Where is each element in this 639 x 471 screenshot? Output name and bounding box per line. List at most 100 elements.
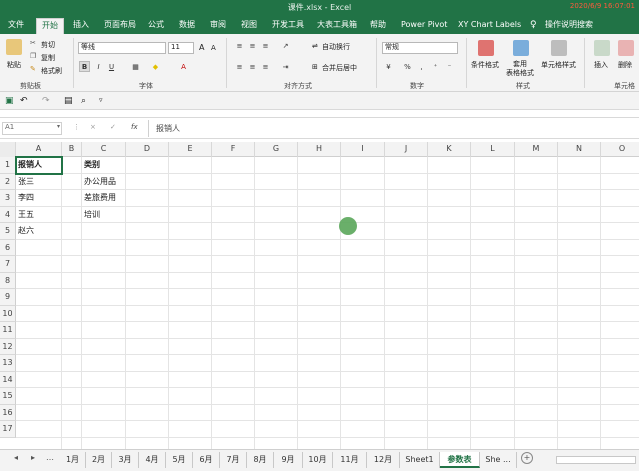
- sheet-tab[interactable]: 7月: [220, 452, 247, 468]
- tab-review[interactable]: 审阅: [210, 18, 226, 34]
- row-header-2[interactable]: 2: [0, 173, 16, 190]
- row-header-11[interactable]: 11: [0, 322, 16, 339]
- currency-icon[interactable]: ¥: [383, 61, 394, 72]
- cell-styles-icon[interactable]: [551, 40, 567, 56]
- select-all-corner[interactable]: [0, 142, 16, 157]
- font-size-select[interactable]: 11: [168, 42, 194, 54]
- sheet-tab[interactable]: 11月: [333, 452, 367, 468]
- column-header-h[interactable]: H: [298, 142, 341, 157]
- tab-view[interactable]: 视图: [241, 18, 257, 34]
- print-preview-icon[interactable]: ⌕: [81, 96, 86, 106]
- sheet-tab[interactable]: 5月: [166, 452, 193, 468]
- column-header-e[interactable]: E: [169, 142, 212, 157]
- tab-home[interactable]: 开始: [36, 18, 64, 34]
- indent-icon[interactable]: ⇥: [280, 61, 291, 72]
- column-header-k[interactable]: K: [428, 142, 471, 157]
- merge-center-button[interactable]: 合并后居中: [322, 63, 357, 73]
- paste-label[interactable]: 粘贴: [7, 60, 21, 70]
- row-header-10[interactable]: 10: [0, 305, 16, 322]
- sheet-tab[interactable]: 8月: [247, 452, 274, 468]
- row-header-7[interactable]: 7: [0, 256, 16, 273]
- tab-page-layout[interactable]: 页面布局: [104, 18, 136, 34]
- italic-button[interactable]: I: [93, 61, 104, 72]
- column-header-c[interactable]: C: [82, 142, 126, 157]
- column-header-g[interactable]: G: [255, 142, 298, 157]
- tab-file[interactable]: 文件: [8, 18, 24, 34]
- column-header-j[interactable]: J: [385, 142, 428, 157]
- column-header-i[interactable]: I: [341, 142, 385, 157]
- new-sheet-icon[interactable]: ▤: [64, 96, 73, 106]
- number-format-select[interactable]: 常规: [382, 42, 458, 54]
- comma-button[interactable]: ,: [416, 61, 427, 72]
- percent-button[interactable]: %: [402, 61, 413, 72]
- wrap-text-button[interactable]: 自动换行: [322, 42, 350, 52]
- font-color-icon[interactable]: A: [178, 61, 189, 72]
- grow-font-button[interactable]: A: [199, 43, 204, 52]
- cell-styles-button[interactable]: 单元格样式: [541, 60, 576, 70]
- row-header-1[interactable]: 1: [0, 157, 16, 174]
- scroll-first-sheet-icon[interactable]: ◂: [14, 453, 18, 462]
- cell[interactable]: 差旅费用: [82, 190, 126, 206]
- format-painter-button[interactable]: 格式刷: [41, 66, 62, 76]
- column-header-f[interactable]: F: [212, 142, 255, 157]
- sheet-tab[interactable]: Sheet1: [400, 452, 440, 468]
- tab-developer[interactable]: 开发工具: [272, 18, 304, 34]
- row-header-3[interactable]: 3: [0, 190, 16, 207]
- shrink-font-button[interactable]: A: [211, 44, 216, 52]
- cell[interactable]: 办公用品: [82, 174, 126, 190]
- conditional-format-button[interactable]: 条件格式: [471, 60, 499, 70]
- cell[interactable]: 赵六: [16, 223, 62, 239]
- name-box[interactable]: A1: [2, 122, 62, 135]
- add-sheet-button[interactable]: +: [521, 452, 533, 464]
- paste-icon[interactable]: [6, 39, 22, 55]
- sheet-tab[interactable]: 6月: [193, 452, 220, 468]
- tell-me-search[interactable]: 操作说明搜索: [545, 18, 593, 34]
- confirm-icon[interactable]: ✓: [110, 123, 116, 131]
- row-header-12[interactable]: 12: [0, 338, 16, 355]
- sheet-tab[interactable]: 9月: [274, 452, 303, 468]
- tab-help[interactable]: 帮助: [370, 18, 386, 34]
- insert-cells-icon[interactable]: [594, 40, 610, 56]
- insert-cells-button[interactable]: 插入: [594, 60, 608, 70]
- orientation-icon[interactable]: ↗: [280, 40, 291, 51]
- row-header-13[interactable]: 13: [0, 355, 16, 372]
- tab-table-tools[interactable]: 大表工具箱: [317, 18, 357, 34]
- increase-decimal-icon[interactable]: ⁺: [430, 61, 441, 72]
- cell[interactable]: 培训: [82, 207, 126, 223]
- column-header-a[interactable]: A: [16, 142, 62, 157]
- tab-formulas[interactable]: 公式: [148, 18, 164, 34]
- sheet-more-icon[interactable]: …: [46, 453, 54, 462]
- tab-power-pivot[interactable]: Power Pivot: [401, 18, 447, 34]
- align-center-icon[interactable]: ≡: [247, 61, 258, 72]
- column-header-l[interactable]: L: [471, 142, 515, 157]
- column-header-d[interactable]: D: [126, 142, 169, 157]
- align-left-icon[interactable]: ≡: [234, 61, 245, 72]
- column-header-b[interactable]: B: [62, 142, 82, 157]
- tab-insert[interactable]: 插入: [73, 18, 89, 34]
- sheet-tab[interactable]: 10月: [303, 452, 333, 468]
- cell[interactable]: 李四: [16, 190, 62, 206]
- align-bottom-icon[interactable]: ≡: [260, 40, 271, 51]
- name-box-dropdown-icon[interactable]: ▾: [57, 123, 60, 130]
- conditional-format-icon[interactable]: [478, 40, 494, 56]
- customize-qat-icon[interactable]: ▿: [99, 96, 103, 104]
- row-header-8[interactable]: 8: [0, 272, 16, 289]
- border-icon[interactable]: ▦: [130, 61, 141, 72]
- row-header-16[interactable]: 16: [0, 404, 16, 421]
- column-header-o[interactable]: O: [601, 142, 639, 157]
- align-top-icon[interactable]: ≡: [234, 40, 245, 51]
- decrease-decimal-icon[interactable]: ⁻: [444, 61, 455, 72]
- sheet-tab[interactable]: 2月: [86, 452, 112, 468]
- copy-button[interactable]: 复制: [41, 53, 55, 63]
- sheet-tab[interactable]: 3月: [112, 452, 139, 468]
- formula-input[interactable]: 报销人: [156, 123, 180, 134]
- horizontal-scrollbar[interactable]: [556, 456, 636, 464]
- column-header-m[interactable]: M: [515, 142, 558, 157]
- row-header-5[interactable]: 5: [0, 223, 16, 240]
- cell[interactable]: 王五: [16, 207, 62, 223]
- insert-function-icon[interactable]: fx: [131, 123, 138, 131]
- cut-button[interactable]: 剪切: [41, 40, 55, 50]
- undo-icon[interactable]: ↶: [20, 96, 28, 106]
- tab-data[interactable]: 数据: [179, 18, 195, 34]
- scroll-prev-sheet-icon[interactable]: ▸: [31, 453, 35, 462]
